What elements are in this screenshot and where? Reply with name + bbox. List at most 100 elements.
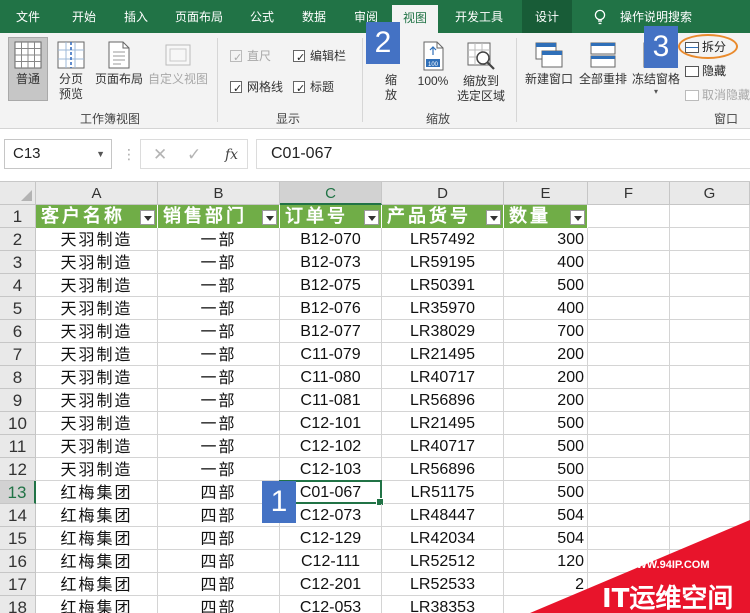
cell-product-code[interactable]: LR38029 xyxy=(382,320,504,343)
hide-window-button[interactable]: 隐藏 xyxy=(683,63,726,80)
cell-sales-dept[interactable]: 四部 xyxy=(158,596,280,613)
cell-product-code[interactable]: LR42034 xyxy=(382,527,504,550)
insert-function-icon[interactable]: fx xyxy=(225,140,238,170)
cell-product-code[interactable]: LR56896 xyxy=(382,458,504,481)
cell-quantity[interactable]: 500 xyxy=(504,412,588,435)
cell-customer-name[interactable]: 天羽制造 xyxy=(36,366,158,389)
cell-product-code[interactable]: LR52533 xyxy=(382,573,504,596)
cell-product-code[interactable]: LR59195 xyxy=(382,251,504,274)
cell-product-code[interactable]: LR51175 xyxy=(382,481,504,504)
cell-order-no[interactable]: C12-201 xyxy=(280,573,382,596)
cell-order-no[interactable]: C12-103 xyxy=(280,458,382,481)
tab-insert[interactable]: 插入 xyxy=(114,0,158,33)
cell-customer-name[interactable]: 天羽制造 xyxy=(36,458,158,481)
grid-cell[interactable] xyxy=(670,274,750,297)
cell-sales-dept[interactable]: 一部 xyxy=(158,435,280,458)
grid-cell[interactable] xyxy=(670,228,750,251)
row-header[interactable]: 17 xyxy=(0,573,36,596)
cell-customer-name[interactable]: 天羽制造 xyxy=(36,274,158,297)
cell-order-no[interactable]: C12-101 xyxy=(280,412,382,435)
cell-product-code[interactable]: LR52512 xyxy=(382,550,504,573)
cell-sales-dept[interactable]: 四部 xyxy=(158,573,280,596)
filter-dropdown-icon[interactable] xyxy=(486,210,501,225)
cell-sales-dept[interactable]: 一部 xyxy=(158,366,280,389)
cell-product-code[interactable]: LR48447 xyxy=(382,504,504,527)
cell-customer-name[interactable]: 红梅集团 xyxy=(36,527,158,550)
cell-sales-dept[interactable]: 四部 xyxy=(158,527,280,550)
column-header-a[interactable]: A xyxy=(36,182,158,205)
grid-cell[interactable] xyxy=(670,435,750,458)
column-header-e[interactable]: E xyxy=(504,182,588,205)
cell-sales-dept[interactable]: 一部 xyxy=(158,297,280,320)
tab-design[interactable]: 设计 xyxy=(522,0,572,33)
column-header-f[interactable]: F xyxy=(588,182,670,205)
column-header-b[interactable]: B xyxy=(158,182,280,205)
row-header[interactable]: 7 xyxy=(0,343,36,366)
cell-sales-dept[interactable]: 四部 xyxy=(158,550,280,573)
cell-order-no[interactable]: C12-111 xyxy=(280,550,382,573)
cell-product-code[interactable]: LR50391 xyxy=(382,274,504,297)
cell-customer-name[interactable]: 红梅集团 xyxy=(36,504,158,527)
zoom-button[interactable]: 缩 放 xyxy=(376,73,406,103)
grid-cell[interactable] xyxy=(670,412,750,435)
cell-sales-dept[interactable]: 一部 xyxy=(158,320,280,343)
row-header[interactable]: 10 xyxy=(0,412,36,435)
grid-cell[interactable] xyxy=(588,274,670,297)
tab-data[interactable]: 数据 xyxy=(292,0,336,33)
grid-cell[interactable] xyxy=(588,435,670,458)
cell-sales-dept[interactable]: 一部 xyxy=(158,389,280,412)
grid-cell[interactable] xyxy=(670,343,750,366)
column-header-c[interactable]: C xyxy=(280,182,382,205)
cell-product-code[interactable]: LR40717 xyxy=(382,435,504,458)
tab-formulas[interactable]: 公式 xyxy=(240,0,284,33)
cell-customer-name[interactable]: 红梅集团 xyxy=(36,573,158,596)
custom-views-button[interactable]: 自定义视图 xyxy=(146,41,210,87)
row-header[interactable]: 2 xyxy=(0,228,36,251)
new-window-button[interactable]: 新建窗口 xyxy=(522,41,576,87)
cell-order-no[interactable]: C11-081 xyxy=(280,389,382,412)
ruler-checkbox[interactable]: ✓ 直尺 xyxy=(230,48,271,64)
zoom-100-button[interactable]: 100 100% xyxy=(412,41,454,89)
cell-quantity[interactable]: 500 xyxy=(504,481,588,504)
cell-quantity[interactable]: 400 xyxy=(504,297,588,320)
cell-quantity[interactable]: 200 xyxy=(504,366,588,389)
name-box[interactable]: C13 ▼ xyxy=(4,139,112,169)
column-header-g[interactable]: G xyxy=(670,182,750,205)
row-header[interactable]: 9 xyxy=(0,389,36,412)
cell-quantity[interactable]: 500 xyxy=(504,435,588,458)
tab-home[interactable]: 开始 xyxy=(62,0,106,33)
tab-developer[interactable]: 开发工具 xyxy=(446,0,512,33)
tab-page-layout[interactable]: 页面布局 xyxy=(166,0,232,33)
cell-order-no[interactable]: B12-077 xyxy=(280,320,382,343)
cell-customer-name[interactable]: 红梅集团 xyxy=(36,596,158,613)
grid-cell[interactable] xyxy=(670,458,750,481)
page-break-preview-button[interactable]: 分页 预览 xyxy=(52,41,90,102)
row-header[interactable]: 14 xyxy=(0,504,36,527)
grid-cell[interactable] xyxy=(588,205,670,228)
filter-dropdown-icon[interactable] xyxy=(364,210,379,225)
cell-sales-dept[interactable]: 一部 xyxy=(158,412,280,435)
row-header[interactable]: 5 xyxy=(0,297,36,320)
cell-order-no[interactable]: C12-129 xyxy=(280,527,382,550)
formula-input[interactable]: C01-067 xyxy=(256,139,750,169)
row-header[interactable]: 11 xyxy=(0,435,36,458)
cell-customer-name[interactable]: 天羽制造 xyxy=(36,412,158,435)
cell-customer-name[interactable]: 红梅集团 xyxy=(36,481,158,504)
row-header[interactable]: 6 xyxy=(0,320,36,343)
cell-order-no[interactable]: B12-070 xyxy=(280,228,382,251)
grid-cell[interactable] xyxy=(588,343,670,366)
cell-sales-dept[interactable]: 一部 xyxy=(158,251,280,274)
row-header[interactable]: 3 xyxy=(0,251,36,274)
normal-view-button[interactable]: 普通 xyxy=(8,41,48,87)
headings-checkbox[interactable]: ✓ 标题 xyxy=(293,79,334,95)
grid-cell[interactable] xyxy=(670,205,750,228)
arrange-all-button[interactable]: 全部重排 xyxy=(576,41,630,87)
cell-quantity[interactable]: 300 xyxy=(504,228,588,251)
cell-product-code[interactable]: LR35970 xyxy=(382,297,504,320)
cell-quantity[interactable]: 200 xyxy=(504,389,588,412)
grid-cell[interactable] xyxy=(588,481,670,504)
enter-icon[interactable]: ✓ xyxy=(187,140,201,170)
cell-sales-dept[interactable]: 一部 xyxy=(158,343,280,366)
cell-customer-name[interactable]: 天羽制造 xyxy=(36,297,158,320)
select-all-corner[interactable] xyxy=(0,182,36,205)
